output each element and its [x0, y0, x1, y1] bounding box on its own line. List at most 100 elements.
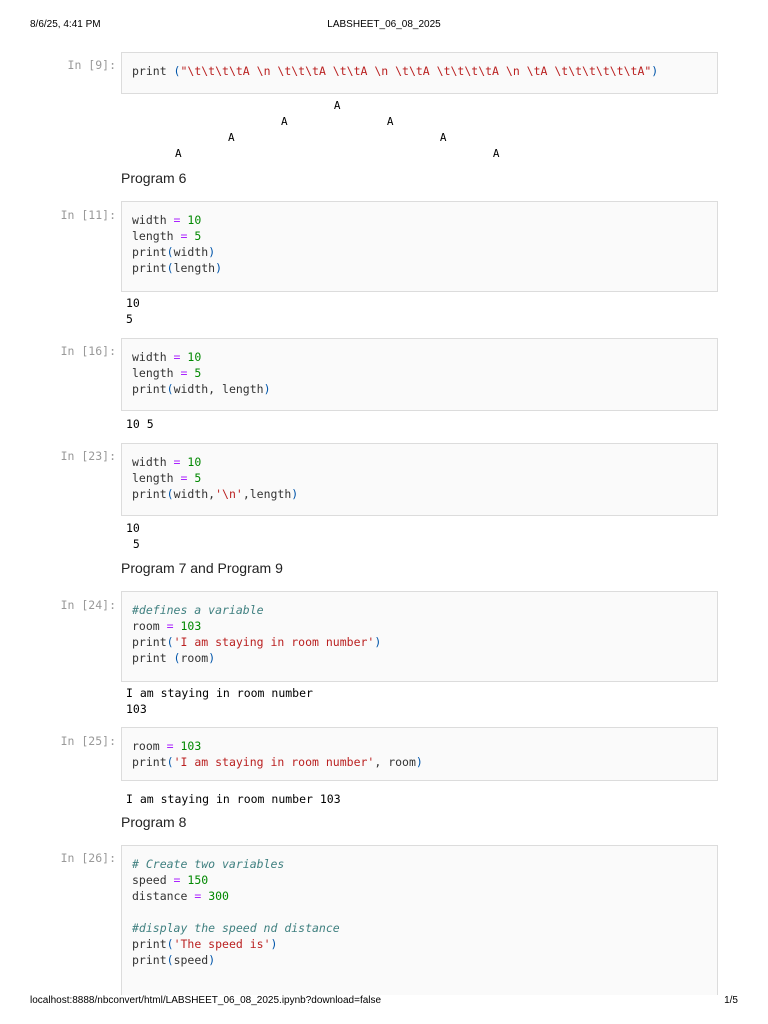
code-cell[interactable]: width = 10 length = 5 print(width) print(le…: [121, 201, 718, 292]
prompt-cell-26: In [26]:: [60, 851, 116, 865]
code-token: (: [166, 487, 174, 501]
code-token: print: [132, 261, 167, 275]
code-token: 10: [187, 350, 202, 364]
code-line: print(width, length): [132, 381, 707, 397]
code-token: width: [132, 213, 174, 227]
code-token: , room: [374, 755, 416, 769]
code-line: width = 10: [132, 349, 707, 365]
code-token: ,length: [242, 487, 292, 501]
prompt-cell-9: In [9]:: [67, 58, 116, 72]
code-token: width: [132, 350, 174, 364]
code-line: print(width,'\n',length): [132, 486, 707, 502]
code-token: (: [166, 382, 174, 396]
code-token: length: [132, 366, 181, 380]
code-token: print: [132, 64, 174, 78]
code-cell[interactable]: # Create two variables speed = 150 distanc…: [121, 845, 718, 995]
code-token: (: [166, 635, 174, 649]
code-line: room = 103: [132, 618, 707, 634]
code-line: print(speed): [132, 952, 707, 968]
code-token: 'The speed is': [173, 937, 271, 951]
cell-output: I am staying in room number 103: [126, 792, 341, 806]
code-cell[interactable]: width = 10 length = 5 print(width, length): [121, 338, 718, 411]
code-token: ): [208, 953, 216, 967]
code-input[interactable]: print ("\t\t\t\tA \n \t\t\tA \t\tA \n \t…: [132, 63, 707, 79]
code-token: ): [208, 651, 216, 665]
code-line: print ("\t\t\t\tA \n \t\t\tA \t\tA \n \t…: [132, 63, 707, 79]
code-token: print: [132, 245, 167, 259]
code-token: 300: [208, 889, 229, 903]
code-token: width: [173, 245, 209, 259]
code-line: width = 10: [132, 454, 707, 470]
page-number: 1/5: [724, 995, 738, 1006]
code-line: print('I am staying in room number', roo…: [132, 754, 707, 770]
code-token: "\t\t\t\tA \n \t\t\tA \t\tA \n \t\tA \t\…: [180, 64, 652, 78]
code-input[interactable]: #defines a variable room = 103 print('I am…: [132, 602, 707, 666]
code-token: 'I am staying in room number': [173, 755, 375, 769]
cell-output: 10 5: [126, 521, 140, 551]
code-token: =: [166, 739, 174, 753]
code-token: print: [132, 382, 167, 396]
code-line: #display the speed nd distance: [132, 920, 707, 936]
code-token: room: [132, 619, 167, 633]
code-cell[interactable]: width = 10 length = 5 print(width,'\n',len…: [121, 443, 718, 516]
cell-output: I am staying in room number 103: [126, 686, 313, 716]
code-token: ): [415, 755, 423, 769]
print-title: LABSHEET_06_08_2025: [327, 19, 441, 30]
code-token: (: [166, 953, 174, 967]
code-input[interactable]: room = 103 print('I am staying in room nu…: [132, 738, 707, 770]
code-input[interactable]: width = 10 length = 5 print(width,'\n',len…: [132, 454, 707, 502]
code-line: length = 5: [132, 470, 707, 486]
code-input[interactable]: width = 10 length = 5 print(width, length): [132, 349, 707, 397]
code-token: print: [132, 635, 167, 649]
cell-output: 10 5: [126, 417, 154, 431]
prompt-cell-16: In [16]:: [60, 344, 116, 358]
code-token: 5: [194, 471, 202, 485]
heading-program-7-9: Program 7 and Program 9: [121, 560, 283, 576]
code-input[interactable]: width = 10 length = 5 print(width) print(le…: [132, 212, 707, 276]
code-token: speed: [173, 953, 209, 967]
code-token: 10: [187, 455, 202, 469]
code-line: print(length): [132, 260, 707, 276]
code-token: print: [132, 937, 167, 951]
code-token: 5: [194, 366, 202, 380]
code-token: '\n': [215, 487, 243, 501]
code-token: distance: [132, 889, 195, 903]
prompt-cell-25: In [25]:: [60, 734, 116, 748]
code-input[interactable]: # Create two variables speed = 150 distanc…: [132, 856, 707, 968]
code-token: 5: [194, 229, 202, 243]
code-cell[interactable]: print ("\t\t\t\tA \n \t\t\tA \t\tA \n \t…: [121, 52, 718, 94]
code-token: ): [291, 487, 299, 501]
code-token: #defines a variable: [132, 603, 264, 617]
code-line: width = 10: [132, 212, 707, 228]
code-token: length: [132, 471, 181, 485]
heading-program-6: Program 6: [121, 170, 187, 186]
cell-output: A A A A A A A: [174, 99, 500, 160]
code-token: room: [132, 739, 167, 753]
code-cell[interactable]: room = 103 print('I am staying in room nu…: [121, 727, 718, 781]
code-line: print(width): [132, 244, 707, 260]
code-token: width, length: [173, 382, 264, 396]
code-token: (: [166, 937, 174, 951]
code-token: ): [215, 261, 223, 275]
code-line: length = 5: [132, 228, 707, 244]
heading-program-8: Program 8: [121, 814, 187, 830]
code-line: distance = 300: [132, 888, 707, 904]
code-token: print: [132, 651, 174, 665]
code-token: ): [651, 64, 659, 78]
code-token: ): [208, 245, 216, 259]
prompt-cell-11: In [11]:: [60, 208, 116, 222]
code-token: 'I am staying in room number': [173, 635, 375, 649]
code-token: print: [132, 953, 167, 967]
code-token: 103: [180, 619, 202, 633]
print-url: localhost:8888/nbconvert/html/LABSHEET_0…: [30, 995, 382, 1006]
code-line: print (room): [132, 650, 707, 666]
code-line: room = 103: [132, 738, 707, 754]
prompt-cell-23: In [23]:: [60, 449, 116, 463]
code-token: (: [166, 261, 174, 275]
code-cell[interactable]: #defines a variable room = 103 print('I am…: [121, 591, 718, 682]
code-line: print('I am staying in room number'): [132, 634, 707, 650]
code-token: 150: [187, 873, 209, 887]
